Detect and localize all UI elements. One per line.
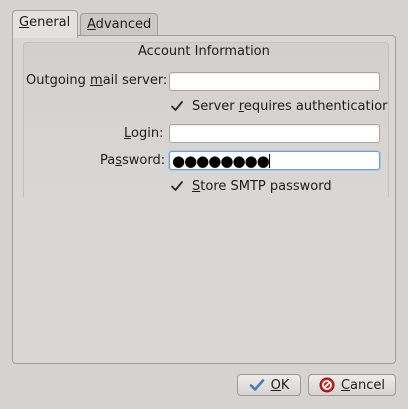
group-title: Account Information [138, 44, 270, 59]
ok-button[interactable]: OK [237, 374, 301, 396]
checkmark-icon [171, 181, 183, 191]
text-caret [269, 154, 270, 168]
password-label: Password: [100, 153, 166, 168]
password-input[interactable]: ●●●●●●●● [169, 151, 380, 170]
cancel-button-label: Cancel [340, 377, 386, 393]
outgoing-mail-server-label: Outgoing mail server: [26, 73, 168, 88]
store-password-label[interactable]: Store SMTP password [192, 179, 332, 194]
account-information-group [23, 42, 389, 197]
ok-button-label: OK [270, 377, 290, 393]
requires-auth-label[interactable]: Server requires authenticatior [192, 99, 388, 114]
tab-general-label: General [19, 15, 71, 30]
tab-general[interactable]: General [12, 10, 78, 38]
cancel-button[interactable]: Cancel [308, 374, 396, 396]
store-password-checkbox[interactable] [169, 178, 185, 194]
requires-auth-checkbox[interactable] [169, 98, 185, 114]
tab-advanced-label: Advanced [87, 17, 152, 32]
login-input[interactable] [169, 124, 380, 143]
password-mask: ●●●●●●●● [172, 152, 270, 170]
cancel-icon [319, 377, 335, 393]
tab-advanced[interactable]: Advanced [80, 13, 158, 36]
login-label: Login: [124, 126, 164, 141]
outgoing-mail-server-input[interactable] [169, 72, 380, 91]
checkmark-icon [171, 101, 183, 111]
ok-check-icon [249, 378, 265, 392]
